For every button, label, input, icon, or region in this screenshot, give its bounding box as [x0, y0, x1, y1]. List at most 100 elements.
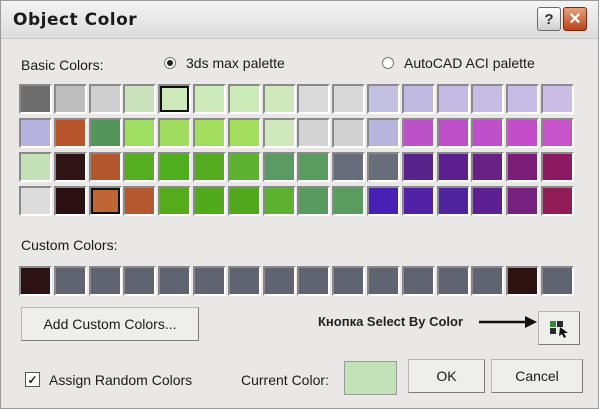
basic-color-swatch[interactable] [53, 118, 87, 148]
custom-color-swatch[interactable] [88, 266, 122, 296]
custom-color-swatch[interactable] [262, 266, 296, 296]
custom-color-swatch[interactable] [506, 266, 540, 296]
cancel-button[interactable]: Cancel [491, 359, 583, 393]
basic-color-swatch[interactable] [123, 118, 157, 148]
help-button[interactable]: ? [537, 7, 561, 31]
basic-color-swatch[interactable] [19, 84, 52, 114]
custom-color-swatch[interactable] [401, 266, 435, 296]
basic-color-swatch[interactable] [332, 84, 366, 114]
custom-color-swatch[interactable] [332, 266, 366, 296]
basic-color-swatch[interactable] [332, 118, 366, 148]
object-color-dialog: Object Color ? ✕ Basic Colors: 3ds max p… [0, 0, 599, 409]
basic-color-swatch[interactable] [262, 186, 296, 216]
check-icon: ✓ [27, 372, 38, 387]
basic-color-swatch[interactable] [123, 152, 157, 182]
custom-color-swatch[interactable] [19, 266, 52, 296]
assign-random-colors-checkbox[interactable]: ✓ [25, 372, 40, 387]
basic-color-swatch[interactable] [227, 186, 261, 216]
basic-color-swatch[interactable] [227, 152, 261, 182]
basic-color-swatch[interactable] [193, 152, 226, 182]
basic-color-swatch[interactable] [332, 152, 366, 182]
custom-color-swatch[interactable] [471, 266, 505, 296]
basic-color-swatch[interactable] [541, 152, 574, 182]
basic-color-swatch[interactable] [401, 152, 435, 182]
basic-color-swatch[interactable] [471, 84, 505, 114]
basic-color-swatch[interactable] [541, 118, 574, 148]
basic-color-swatch[interactable] [158, 84, 192, 114]
basic-color-swatch[interactable] [367, 152, 400, 182]
custom-color-swatch[interactable] [541, 266, 574, 296]
help-icon: ? [544, 10, 554, 28]
basic-color-swatch[interactable] [53, 186, 87, 216]
add-custom-colors-button[interactable]: Add Custom Colors... [21, 307, 199, 341]
basic-color-swatch[interactable] [262, 152, 296, 182]
basic-color-swatch[interactable] [88, 118, 122, 148]
basic-color-swatch[interactable] [297, 84, 331, 114]
basic-color-swatch[interactable] [297, 118, 331, 148]
basic-color-swatch[interactable] [367, 84, 400, 114]
close-icon: ✕ [568, 11, 582, 28]
custom-color-swatch[interactable] [193, 266, 226, 296]
basic-color-swatch[interactable] [506, 84, 540, 114]
basic-color-swatch[interactable] [367, 186, 400, 216]
custom-color-swatch[interactable] [227, 266, 261, 296]
basic-color-swatch[interactable] [123, 84, 157, 114]
basic-color-swatch[interactable] [262, 84, 296, 114]
close-button[interactable]: ✕ [563, 7, 587, 31]
basic-color-swatch[interactable] [158, 186, 192, 216]
basic-color-swatch[interactable] [53, 152, 87, 182]
basic-color-swatch[interactable] [541, 84, 574, 114]
basic-color-swatch[interactable] [227, 118, 261, 148]
palette-option-autocad-aci[interactable]: AutoCAD ACI palette [382, 55, 535, 71]
basic-color-swatch[interactable] [193, 84, 226, 114]
ok-button[interactable]: OK [408, 359, 485, 393]
radio-button[interactable] [164, 57, 176, 69]
basic-color-swatch[interactable] [19, 118, 52, 148]
title-bar: Object Color ? ✕ [1, 1, 598, 39]
basic-color-swatch[interactable] [88, 152, 122, 182]
basic-color-swatch[interactable] [436, 186, 470, 216]
basic-color-swatch[interactable] [123, 186, 157, 216]
custom-color-swatch[interactable] [158, 266, 192, 296]
custom-color-swatch[interactable] [53, 266, 87, 296]
basic-color-swatch[interactable] [436, 152, 470, 182]
basic-color-swatch[interactable] [401, 84, 435, 114]
basic-color-swatch[interactable] [436, 84, 470, 114]
basic-color-swatch[interactable] [262, 118, 296, 148]
basic-color-swatch[interactable] [506, 118, 540, 148]
basic-color-swatch[interactable] [401, 118, 435, 148]
basic-color-swatch[interactable] [297, 186, 331, 216]
basic-color-swatch[interactable] [19, 186, 52, 216]
basic-color-swatch[interactable] [88, 186, 122, 216]
custom-color-swatch[interactable] [367, 266, 400, 296]
basic-color-swatch[interactable] [506, 152, 540, 182]
select-by-color-icon [550, 321, 568, 338]
palette-option-3ds-max[interactable]: 3ds max palette [164, 55, 285, 71]
custom-color-swatch[interactable] [123, 266, 157, 296]
basic-color-swatch[interactable] [471, 186, 505, 216]
custom-color-swatch[interactable] [436, 266, 470, 296]
basic-color-swatch[interactable] [158, 152, 192, 182]
arrow-icon [479, 316, 537, 328]
basic-color-swatch[interactable] [158, 118, 192, 148]
basic-color-swatch[interactable] [297, 152, 331, 182]
basic-color-swatch[interactable] [53, 84, 87, 114]
basic-color-swatch[interactable] [471, 152, 505, 182]
basic-color-swatch[interactable] [193, 118, 226, 148]
current-color-swatch[interactable] [344, 361, 397, 395]
custom-color-swatch[interactable] [297, 266, 331, 296]
basic-color-swatch[interactable] [506, 186, 540, 216]
radio-button[interactable] [382, 57, 394, 69]
basic-color-swatch[interactable] [471, 118, 505, 148]
basic-color-swatch[interactable] [436, 118, 470, 148]
basic-color-swatch[interactable] [193, 186, 226, 216]
basic-color-swatch[interactable] [19, 152, 52, 182]
basic-color-swatch[interactable] [367, 118, 400, 148]
basic-color-swatch[interactable] [227, 84, 261, 114]
basic-color-grid [19, 84, 577, 220]
basic-color-swatch[interactable] [401, 186, 435, 216]
basic-color-swatch[interactable] [88, 84, 122, 114]
basic-color-swatch[interactable] [541, 186, 574, 216]
basic-color-swatch[interactable] [332, 186, 366, 216]
select-by-color-button[interactable] [538, 311, 580, 345]
